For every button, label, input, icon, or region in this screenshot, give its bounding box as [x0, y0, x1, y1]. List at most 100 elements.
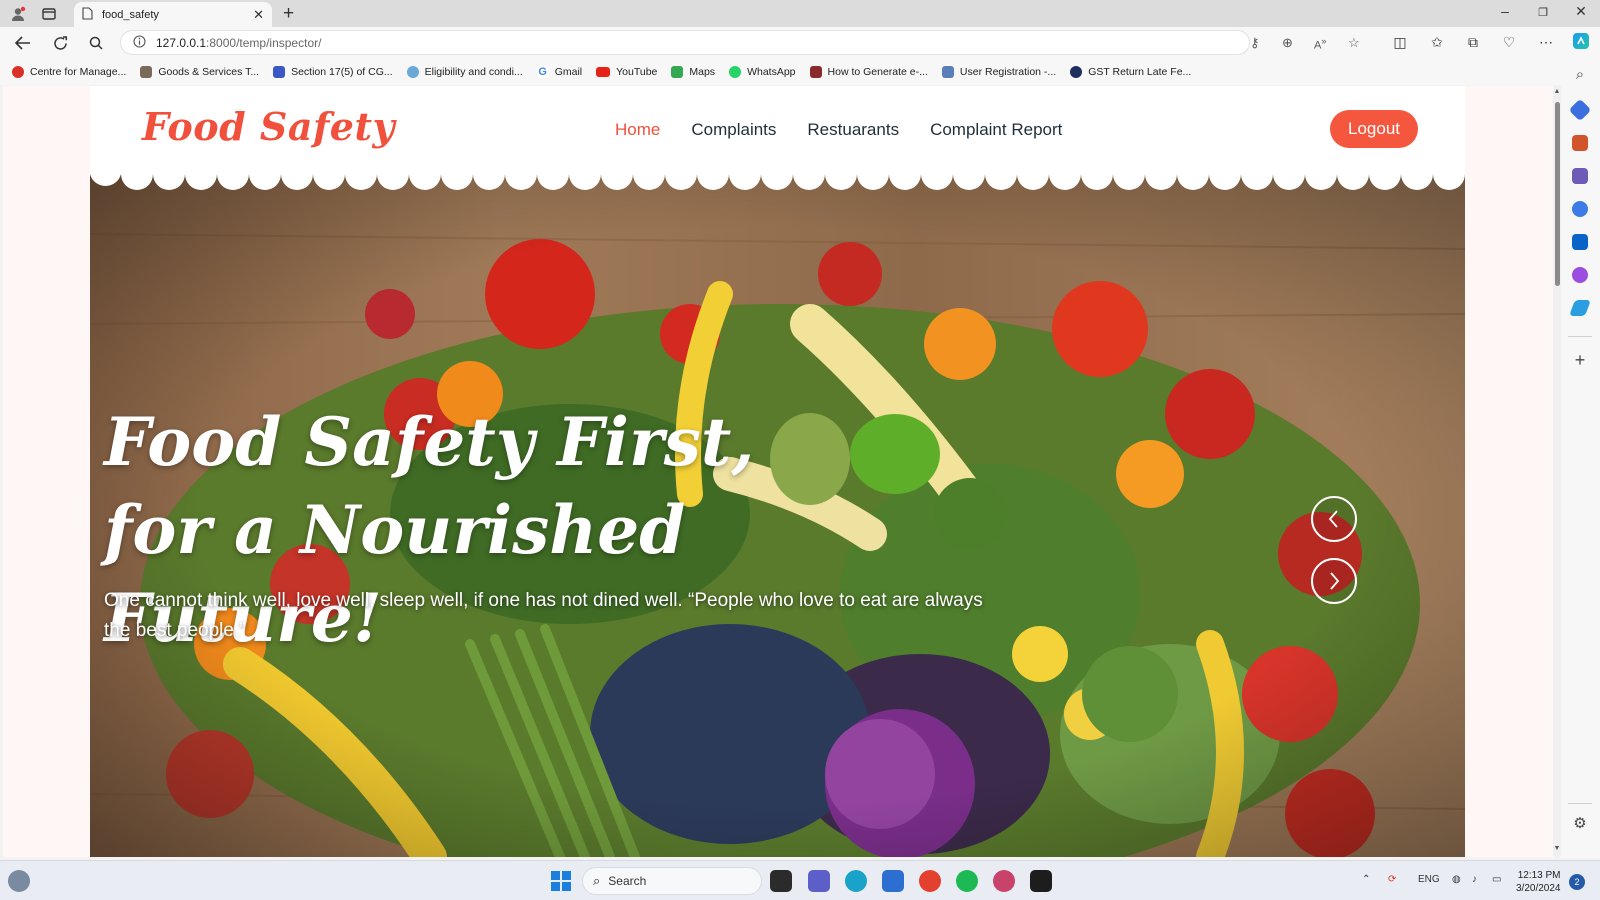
page-viewport: Food Safety First, for a Nourished Futur… [3, 86, 1553, 857]
sidebar-search-icon[interactable]: ⌕ [1570, 66, 1590, 83]
shopping-tag-icon[interactable] [1568, 98, 1592, 122]
scroll-up-icon[interactable]: ▲ [1553, 88, 1561, 95]
url-host: 127.0.0.1 [156, 35, 207, 50]
chrome-canary-icon[interactable] [993, 870, 1015, 892]
carousel-prev-button[interactable] [1311, 496, 1357, 542]
bookmark-item[interactable]: Maps [671, 65, 715, 78]
profile-icon[interactable] [9, 5, 27, 23]
show-hidden-icons-icon[interactable]: ⌃ [1362, 874, 1370, 885]
bookmark-icon [941, 65, 954, 78]
restore-icon[interactable]: ❐ [1533, 6, 1553, 19]
clock-date: 3/20/2024 [1516, 883, 1561, 894]
bookmark-icon [809, 65, 822, 78]
chrome-icon[interactable] [919, 870, 941, 892]
designer-icon[interactable] [1572, 267, 1588, 283]
bookmark-icon [140, 65, 153, 78]
spotify-icon[interactable] [956, 870, 978, 892]
browser-essentials-icon[interactable]: ♡ [1500, 34, 1518, 51]
favorites-icon[interactable]: ✩ [1428, 34, 1446, 51]
bookmark-item[interactable]: Section 17(5) of CG... [273, 65, 393, 78]
url-path: :8000/temp/inspector/ [206, 35, 322, 50]
carousel-next-button[interactable] [1311, 558, 1357, 604]
bookmark-item[interactable]: Goods & Services T... [140, 65, 259, 78]
collections-icon[interactable]: ⧉ [1464, 34, 1482, 51]
network-icon[interactable]: ◍ [1452, 874, 1461, 885]
nav-home[interactable]: Home [615, 120, 660, 140]
search-icon[interactable] [85, 32, 107, 54]
tab-actions-icon[interactable] [40, 5, 58, 23]
bookmark-item[interactable]: G Gmail [536, 65, 582, 78]
bookmarks-bar: Centre for Manage... Goods & Services T.… [0, 58, 1600, 85]
weather-widget-icon[interactable] [8, 870, 30, 892]
bookmark-item[interactable]: User Registration -... [941, 65, 1056, 78]
bookmark-item[interactable]: YouTube [596, 66, 657, 78]
send-icon[interactable] [1569, 300, 1591, 316]
sidebar-divider [1568, 803, 1592, 804]
start-icon[interactable] [550, 870, 572, 892]
bookmark-item[interactable]: GST Return Late Fe... [1070, 65, 1191, 78]
logout-button[interactable]: Logout [1330, 110, 1418, 148]
outlook-icon[interactable] [1572, 234, 1588, 250]
sync-status-icon[interactable]: ⟳ [1388, 874, 1396, 885]
bookmark-item[interactable]: Eligibility and condi... [406, 65, 523, 78]
read-aloud-icon[interactable]: A» [1314, 36, 1326, 52]
hero-carousel: Food Safety First, for a Nourished Futur… [90, 174, 1465, 857]
pycharm-icon[interactable] [1030, 870, 1052, 892]
youtube-icon [596, 66, 611, 77]
notification-badge[interactable]: 2 [1569, 874, 1585, 890]
password-key-icon[interactable]: ⚷ [1250, 35, 1260, 51]
back-icon[interactable] [12, 32, 34, 54]
maps-icon [671, 65, 684, 78]
zoom-icon[interactable]: ⊕ [1282, 35, 1293, 51]
gmail-icon: G [536, 65, 549, 78]
split-screen-icon[interactable]: ◫ [1391, 34, 1409, 51]
windows-taskbar: ⌕ Search ⌃ ⟳ ENG ◍ ♪ ▭ 12:13 PM 3/20/202… [0, 860, 1600, 900]
more-menu-icon[interactable]: ⋯ [1537, 34, 1555, 51]
microsoft-365-icon[interactable] [1572, 201, 1588, 217]
teams-chat-icon[interactable] [808, 870, 830, 892]
nav-complaint-report[interactable]: Complaint Report [930, 120, 1062, 140]
edge-icon[interactable] [845, 870, 867, 892]
system-clock[interactable]: 12:13 PM 3/20/2024 [1516, 869, 1561, 895]
site-logo[interactable]: Food Safety [142, 104, 395, 149]
bookmark-icon [1070, 65, 1083, 78]
bookmark-item[interactable]: Centre for Manage... [12, 65, 126, 78]
food-safety-site: Food Safety First, for a Nourished Futur… [90, 86, 1465, 857]
close-window-icon[interactable]: ✕ [1571, 3, 1591, 20]
browser-toolbar: 127.0.0.1:8000/temp/inspector/ ⚷ ⊕ A» ☆ … [0, 27, 1600, 58]
store-icon[interactable] [882, 870, 904, 892]
page-scrollbar[interactable]: ▲ ▼ [1553, 86, 1561, 857]
tools-briefcase-icon[interactable] [1572, 135, 1588, 151]
minimize-icon[interactable]: – [1495, 3, 1515, 19]
bookmark-item[interactable]: WhatsApp [729, 65, 796, 78]
refresh-icon[interactable] [49, 32, 71, 54]
copilot-icon[interactable] [1572, 32, 1590, 53]
scroll-down-icon[interactable]: ▼ [1553, 845, 1561, 852]
site-header: Food Safety Home Complaints Restuarants … [90, 86, 1465, 174]
site-info-icon[interactable] [133, 34, 146, 51]
nav-complaints[interactable]: Complaints [691, 120, 776, 140]
close-tab-icon[interactable]: ✕ [253, 7, 264, 23]
taskbar-search-box[interactable]: ⌕ Search [582, 867, 762, 895]
search-placeholder: Search [608, 874, 647, 888]
chevron-right-icon [1330, 572, 1340, 590]
add-sidebar-icon[interactable]: + [1570, 350, 1590, 371]
new-tab-icon[interactable]: + [283, 3, 294, 25]
language-indicator[interactable]: ENG [1418, 874, 1440, 885]
tab-food-safety[interactable]: food_safety ✕ [74, 2, 272, 28]
battery-icon[interactable]: ▭ [1492, 874, 1501, 885]
page-icon [82, 7, 93, 23]
volume-icon[interactable]: ♪ [1472, 874, 1477, 885]
nav-restaurants[interactable]: Restuarants [807, 120, 899, 140]
scroll-thumb[interactable] [1555, 102, 1560, 286]
sidebar-settings-icon[interactable]: ⚙ [1570, 814, 1590, 832]
clock-time: 12:13 PM [1517, 870, 1561, 881]
games-icon[interactable] [1572, 168, 1588, 184]
task-view-icon[interactable] [770, 870, 792, 892]
hero-quote: One cannot think well, love well, sleep … [104, 590, 983, 641]
bookmark-item[interactable]: How to Generate e-... [809, 65, 928, 78]
tab-bar: food_safety ✕ + – ❐ ✕ [0, 0, 1600, 28]
favorite-star-icon[interactable]: ☆ [1348, 35, 1360, 51]
address-bar[interactable]: 127.0.0.1:8000/temp/inspector/ [120, 30, 1250, 55]
bookmark-icon [406, 65, 419, 78]
